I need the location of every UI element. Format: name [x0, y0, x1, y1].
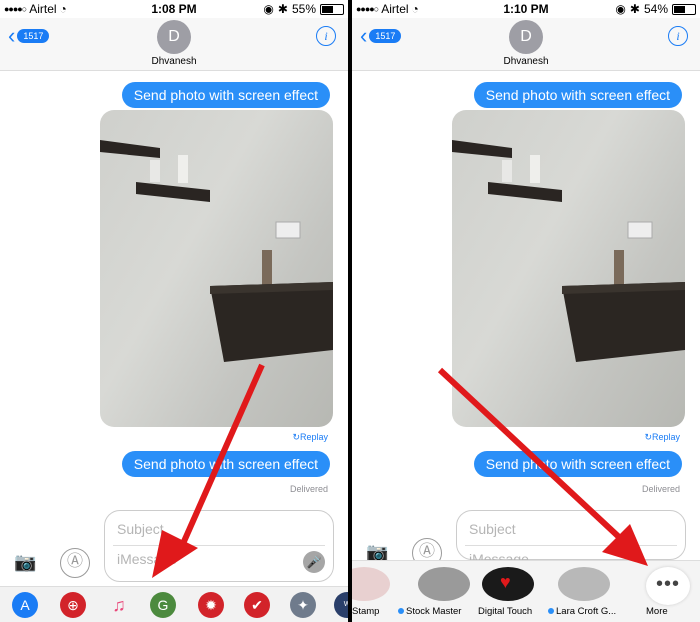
left-screenshot: ●●●●○ Airtel ◔ 1:08 PM ◉ ✱ 55% ‹ 1517 D … — [0, 0, 348, 622]
red-arrow-annotation — [152, 363, 265, 578]
red-arrow-annotation — [437, 367, 648, 566]
right-screenshot: ●●●●○ Airtel ◔ 1:10 PM ◉ ✱ 54% ‹ 1517 D … — [352, 0, 700, 622]
